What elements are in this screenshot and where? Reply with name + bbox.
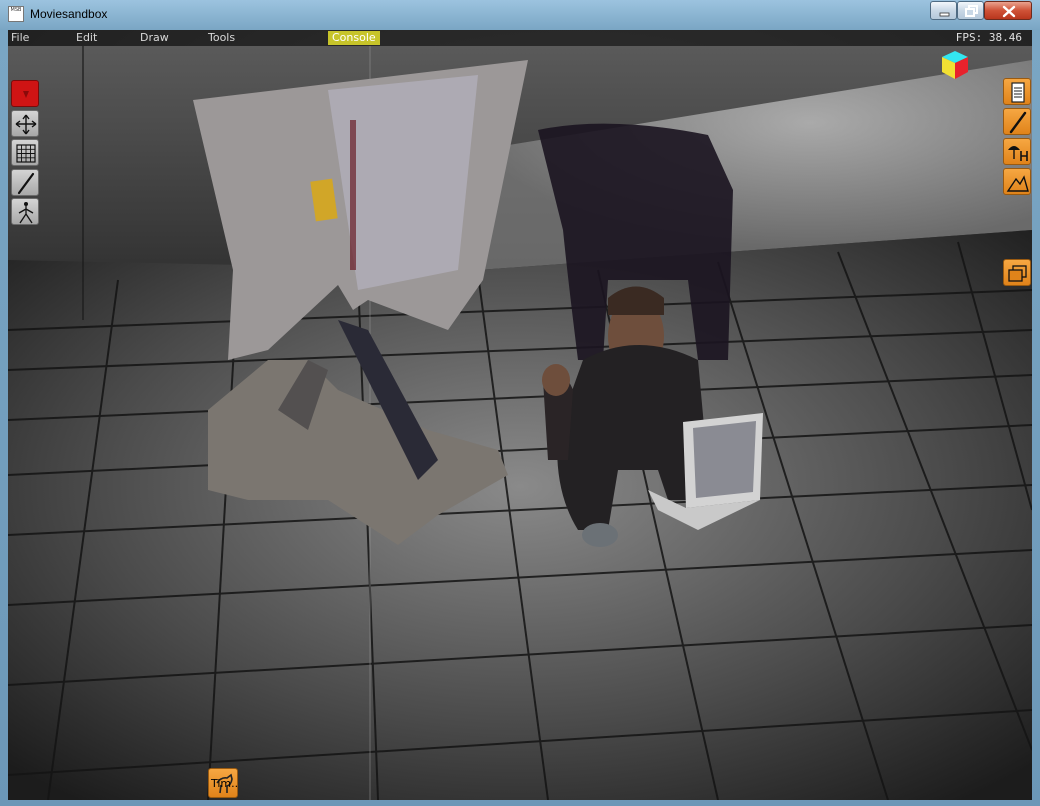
window-title: Moviesandbox	[30, 7, 108, 21]
grid-tool-button[interactable]	[11, 139, 39, 166]
minimize-button[interactable]	[930, 1, 957, 20]
maximize-button[interactable]	[957, 1, 984, 20]
actor-tool-button[interactable]	[1003, 138, 1031, 165]
umbrella-actor-icon	[1008, 146, 1028, 161]
skeleton-tool-button[interactable]	[11, 198, 39, 225]
3d-viewport[interactable]: File Edit Draw Tools Console FPS: 38.46	[8, 30, 1032, 800]
menu-tools[interactable]: Tools	[208, 31, 235, 45]
close-icon	[1002, 5, 1016, 18]
grid-icon	[16, 144, 36, 163]
menu-console[interactable]: Console	[328, 31, 380, 45]
fps-readout: FPS: 38.46	[955, 31, 1022, 44]
view-cube-icon[interactable]	[941, 50, 969, 80]
close-button[interactable]	[984, 1, 1032, 20]
menu-draw[interactable]: Draw	[140, 31, 169, 45]
notepad-icon	[1011, 82, 1025, 103]
move-tool-button[interactable]	[11, 110, 39, 137]
app-window: MSB Moviesandbox File Edit Draw Tools Co…	[0, 0, 1040, 806]
windows-icon	[1008, 265, 1027, 282]
skeleton-icon	[18, 202, 34, 224]
red-square-icon	[23, 91, 29, 98]
menu-edit[interactable]: Edit	[76, 31, 97, 45]
timeline-button[interactable]: Tim..	[208, 768, 240, 798]
move-arrows-icon	[15, 114, 37, 135]
restore-icon	[965, 5, 978, 17]
app-icon[interactable]: MSB	[8, 6, 24, 22]
landscape-icon	[1006, 175, 1029, 192]
floor	[8, 230, 1032, 800]
brush-tool-button[interactable]	[11, 169, 39, 196]
select-tool-button[interactable]	[11, 80, 39, 107]
title-bar[interactable]: MSB Moviesandbox	[0, 0, 1040, 30]
layers-tool-button[interactable]	[1003, 259, 1031, 286]
scene-canvas	[8, 46, 1032, 800]
timeline-label: Tim..	[211, 777, 239, 790]
draw-tool-button[interactable]	[1003, 108, 1031, 135]
shape-tool-button[interactable]	[1003, 168, 1031, 195]
minimize-icon	[939, 12, 950, 17]
menu-file[interactable]: File	[11, 31, 29, 45]
pen-icon	[1009, 111, 1027, 134]
brush-icon	[17, 172, 35, 195]
menu-bar: File Edit Draw Tools Console FPS: 38.46	[8, 30, 1032, 46]
notes-tool-button[interactable]	[1003, 78, 1031, 105]
